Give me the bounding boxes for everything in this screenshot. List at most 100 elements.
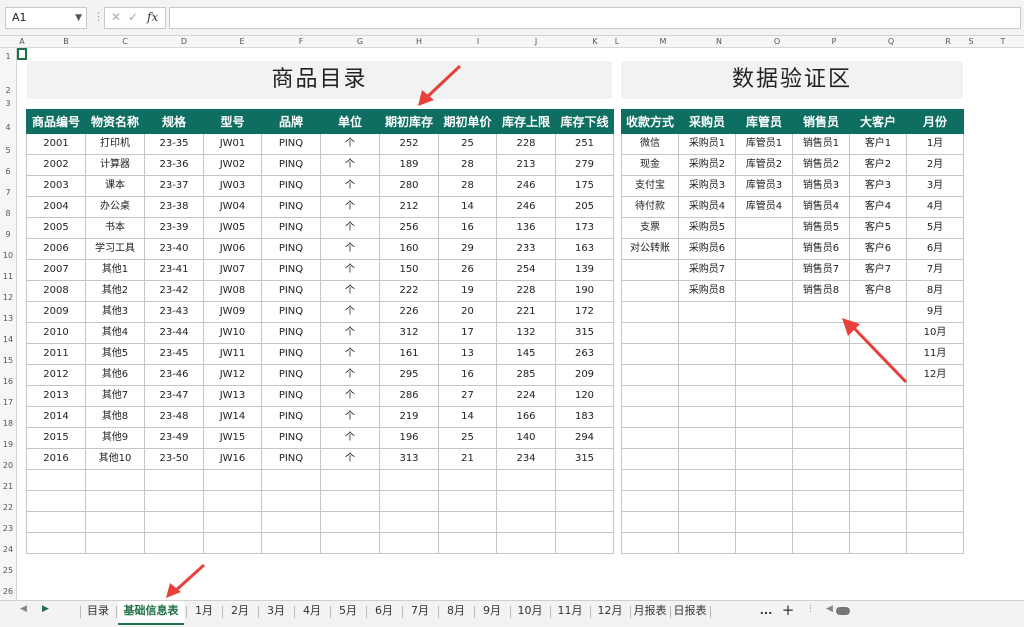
row-header[interactable]: 13 <box>0 314 16 323</box>
table-cell[interactable]: JW13 <box>203 385 262 407</box>
table-cell[interactable]: 其他3 <box>85 301 145 323</box>
table-cell[interactable]: 16 <box>438 217 497 239</box>
table-cell[interactable] <box>320 490 380 512</box>
column-header[interactable]: F <box>286 36 316 48</box>
table-cell[interactable]: 书本 <box>85 217 145 239</box>
table-cell[interactable] <box>555 469 614 491</box>
table-cell[interactable]: JW16 <box>203 448 262 470</box>
table-cell[interactable]: 其他1 <box>85 259 145 281</box>
table-cell[interactable] <box>555 490 614 512</box>
table-cell[interactable]: 25 <box>438 133 497 155</box>
table-cell[interactable]: 161 <box>379 343 439 365</box>
table-cell[interactable]: PINQ <box>261 154 321 176</box>
table-cell[interactable] <box>438 469 497 491</box>
table-cell[interactable]: 2012 <box>26 364 86 386</box>
table-cell[interactable] <box>849 490 907 512</box>
table-cell[interactable]: PINQ <box>261 343 321 365</box>
table-cell[interactable]: 客户8 <box>849 280 907 302</box>
table-cell[interactable]: 150 <box>379 259 439 281</box>
table-cell[interactable]: JW03 <box>203 175 262 197</box>
table-cell[interactable]: 个 <box>320 259 380 281</box>
table-cell[interactable] <box>849 532 907 554</box>
table-cell[interactable] <box>203 490 262 512</box>
table-cell[interactable]: 16 <box>438 364 497 386</box>
column-header[interactable]: C <box>110 36 140 48</box>
table-cell[interactable] <box>678 301 736 323</box>
table-cell[interactable]: 2006 <box>26 238 86 260</box>
table-cell[interactable] <box>735 322 793 344</box>
column-header-cell[interactable]: 品牌 <box>261 109 321 134</box>
table-cell[interactable]: 课本 <box>85 175 145 197</box>
table-cell[interactable] <box>678 469 736 491</box>
table-cell[interactable]: 现金 <box>621 154 679 176</box>
table-cell[interactable] <box>438 532 497 554</box>
table-cell[interactable]: 14 <box>438 406 497 428</box>
table-cell[interactable]: 228 <box>496 280 556 302</box>
table-cell[interactable] <box>792 469 850 491</box>
chevron-down-icon[interactable]: ▼ <box>75 8 82 28</box>
sheet-tab[interactable]: 日报表 <box>672 601 708 623</box>
table-cell[interactable]: 客户6 <box>849 238 907 260</box>
table-cell[interactable]: 23-44 <box>144 322 204 344</box>
table-cell[interactable] <box>144 511 204 533</box>
table-cell[interactable] <box>678 343 736 365</box>
table-cell[interactable]: 140 <box>496 427 556 449</box>
table-cell[interactable] <box>379 469 439 491</box>
table-cell[interactable] <box>203 511 262 533</box>
table-cell[interactable]: 库管员2 <box>735 154 793 176</box>
table-cell[interactable]: PINQ <box>261 259 321 281</box>
table-cell[interactable]: PINQ <box>261 175 321 197</box>
cancel-icon[interactable]: ✕ <box>111 10 121 24</box>
table-cell[interactable]: 14 <box>438 196 497 218</box>
table-cell[interactable]: 2015 <box>26 427 86 449</box>
table-cell[interactable]: 11月 <box>906 343 964 365</box>
table-cell[interactable] <box>621 406 679 428</box>
table-cell[interactable]: PINQ <box>261 406 321 428</box>
table-cell[interactable] <box>678 532 736 554</box>
table-cell[interactable]: 212 <box>379 196 439 218</box>
table-cell[interactable]: 其他10 <box>85 448 145 470</box>
row-header[interactable]: 16 <box>0 377 16 386</box>
table-cell[interactable] <box>678 427 736 449</box>
table-cell[interactable]: JW02 <box>203 154 262 176</box>
column-header[interactable]: K <box>580 36 610 48</box>
table-cell[interactable]: 2010 <box>26 322 86 344</box>
sheet-tab[interactable]: 3月 <box>260 601 292 623</box>
table-cell[interactable] <box>621 322 679 344</box>
function-icon[interactable]: fx <box>147 10 158 24</box>
table-cell[interactable]: 2002 <box>26 154 86 176</box>
table-cell[interactable]: 175 <box>555 175 614 197</box>
column-header[interactable]: H <box>404 36 434 48</box>
column-header[interactable]: R <box>933 36 963 48</box>
table-cell[interactable] <box>735 511 793 533</box>
column-header[interactable]: D <box>169 36 199 48</box>
table-cell[interactable]: 172 <box>555 301 614 323</box>
row-header[interactable]: 12 <box>0 293 16 302</box>
table-cell[interactable]: 160 <box>379 238 439 260</box>
table-cell[interactable] <box>621 301 679 323</box>
row-header[interactable]: 25 <box>0 566 16 575</box>
table-cell[interactable]: PINQ <box>261 301 321 323</box>
table-cell[interactable] <box>849 406 907 428</box>
column-header-cell[interactable]: 库存下线 <box>555 109 614 134</box>
table-cell[interactable]: JW08 <box>203 280 262 302</box>
column-header[interactable]: A <box>16 36 28 48</box>
table-cell[interactable]: JW12 <box>203 364 262 386</box>
table-cell[interactable]: 2008 <box>26 280 86 302</box>
table-cell[interactable]: 285 <box>496 364 556 386</box>
table-cell[interactable]: PINQ <box>261 133 321 155</box>
table-cell[interactable]: 23-36 <box>144 154 204 176</box>
table-cell[interactable]: 8月 <box>906 280 964 302</box>
table-cell[interactable]: PINQ <box>261 280 321 302</box>
table-cell[interactable]: 17 <box>438 322 497 344</box>
table-cell[interactable] <box>678 385 736 407</box>
table-cell[interactable]: JW04 <box>203 196 262 218</box>
table-cell[interactable]: 客户3 <box>849 175 907 197</box>
sheet-tab[interactable]: 6月 <box>368 601 400 623</box>
table-cell[interactable]: 其他7 <box>85 385 145 407</box>
table-cell[interactable]: 2011 <box>26 343 86 365</box>
table-cell[interactable]: 21 <box>438 448 497 470</box>
table-cell[interactable]: 2月 <box>906 154 964 176</box>
row-header[interactable]: 26 <box>0 587 16 596</box>
table-cell[interactable]: 196 <box>379 427 439 449</box>
